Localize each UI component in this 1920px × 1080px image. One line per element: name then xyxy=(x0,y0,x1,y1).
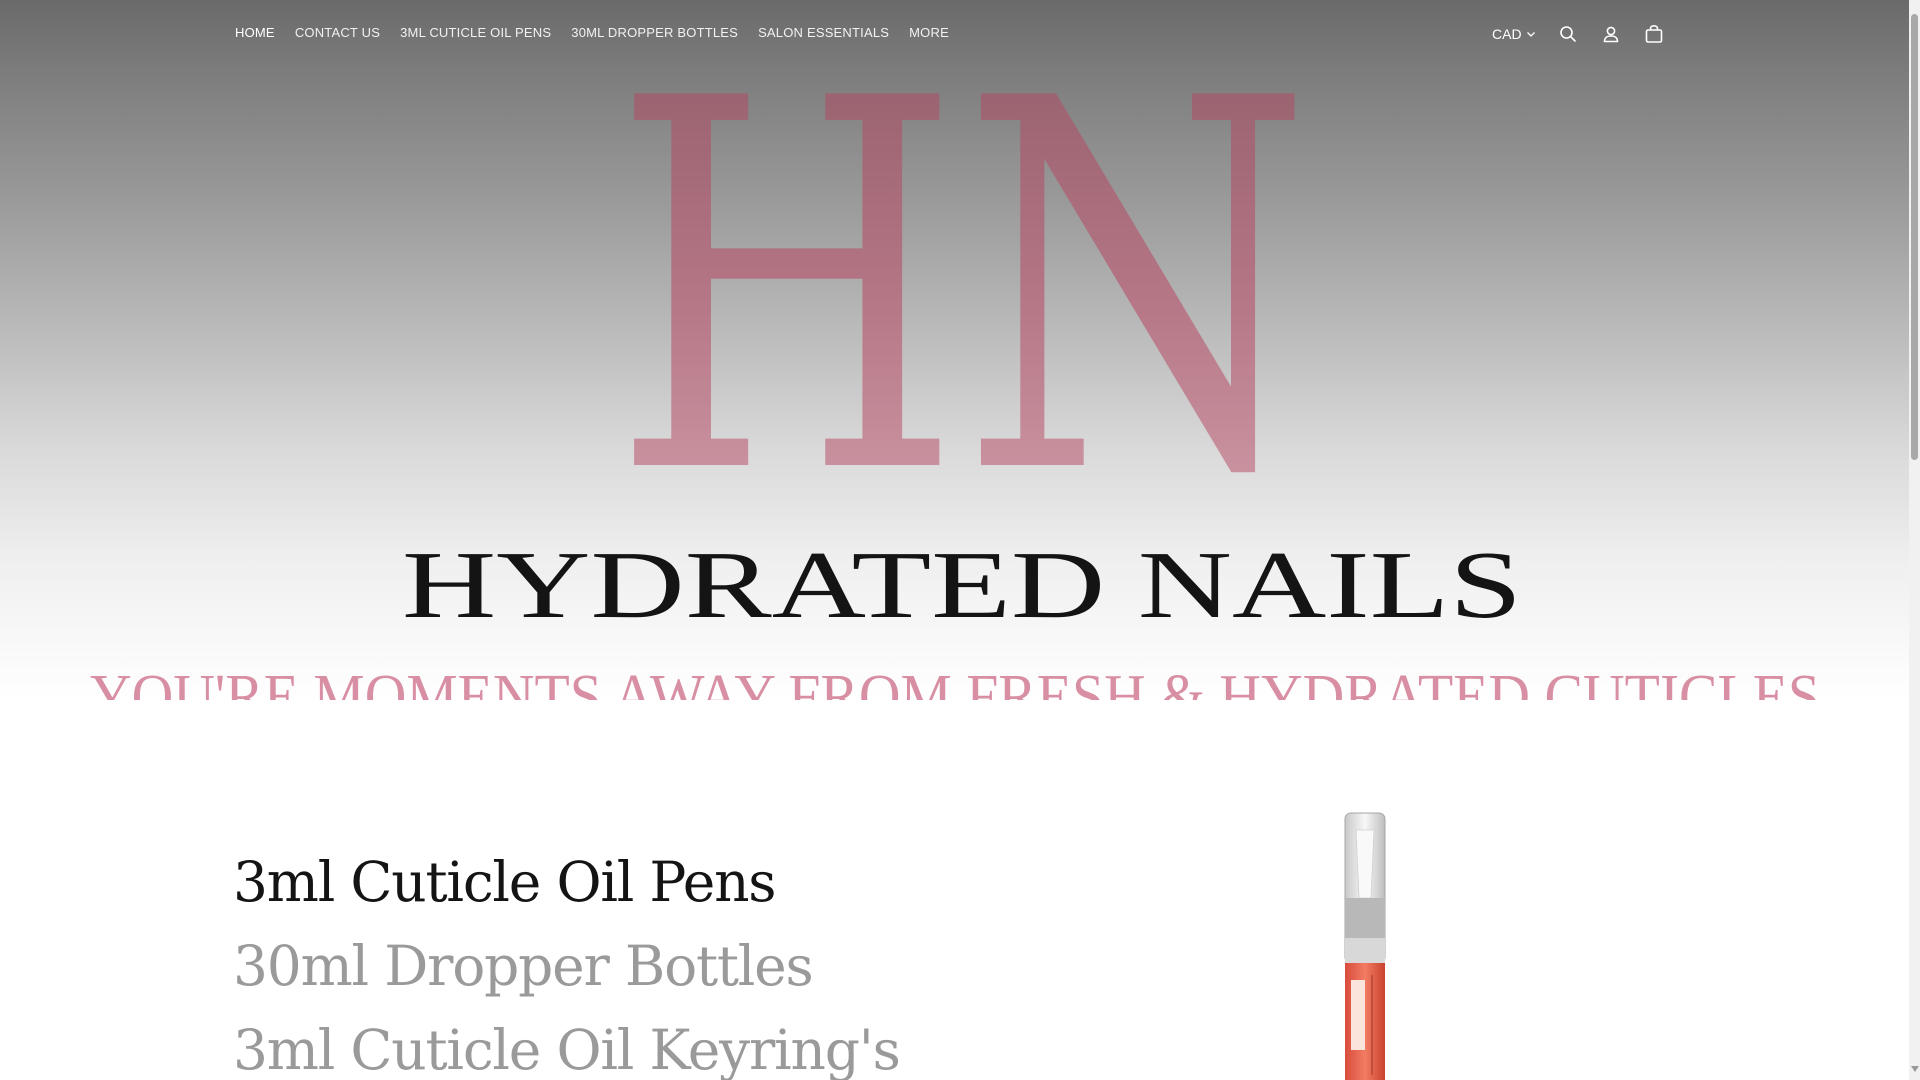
search-button[interactable] xyxy=(1556,22,1580,46)
scroll-down-arrow-icon[interactable] xyxy=(1911,1066,1919,1072)
hero-tagline: YOU'RE MOMENTS AWAY FROM FRESH & HYDRATE… xyxy=(90,663,1820,700)
nav-3ml-cuticle-oil-pens[interactable]: 3ML CUTICLE OIL PENS xyxy=(400,25,551,40)
currency-label: CAD xyxy=(1492,26,1522,42)
header-utilities: CAD xyxy=(1492,20,1685,48)
chevron-down-icon xyxy=(1526,32,1535,37)
collection-list: 3ml Cuticle Oil Pens 30ml Dropper Bottle… xyxy=(233,840,901,1080)
nav-30ml-dropper-bottles[interactable]: 30ML DROPPER BOTTLES xyxy=(571,25,738,40)
nav-contact-us[interactable]: CONTACT US xyxy=(295,25,380,40)
hero-brand-name: HYDRATED NAILS xyxy=(402,531,1522,638)
product-image-cuticle-oil-pen xyxy=(1344,812,1386,1080)
hero-monogram: HN xyxy=(612,0,1312,586)
hero-banner: HN HYDRATED NAILS YOU'RE MOMENTS AWAY FR… xyxy=(0,0,1909,700)
nav-salon-essentials[interactable]: SALON ESSENTIALS xyxy=(758,25,889,40)
collection-3ml-cuticle-oil-keyrings[interactable]: 3ml Cuticle Oil Keyring's xyxy=(233,1008,901,1080)
page: HN HYDRATED NAILS YOU'RE MOMENTS AWAY FR… xyxy=(0,0,1909,1080)
currency-selector[interactable]: CAD xyxy=(1492,26,1536,42)
hero-logo-image: HN HYDRATED NAILS YOU'RE MOMENTS AWAY FR… xyxy=(90,0,1820,700)
scrollbar-thumb[interactable] xyxy=(1911,14,1918,460)
cart-button[interactable] xyxy=(1642,22,1666,46)
nav-home[interactable]: HOME xyxy=(235,25,275,40)
account-button[interactable] xyxy=(1599,22,1623,46)
nav-more[interactable]: MORE xyxy=(909,25,949,40)
page-scrollbar[interactable] xyxy=(1909,0,1920,1080)
collection-30ml-dropper-bottles[interactable]: 30ml Dropper Bottles xyxy=(233,924,900,1008)
search-icon xyxy=(1559,26,1576,42)
cart-icon xyxy=(1645,24,1662,43)
site-header: HOME CONTACT US 3ML CUTICLE OIL PENS 30M… xyxy=(0,0,1909,68)
main-navigation: HOME CONTACT US 3ML CUTICLE OIL PENS 30M… xyxy=(235,25,969,40)
collection-3ml-cuticle-oil-pens[interactable]: 3ml Cuticle Oil Pens xyxy=(233,840,900,924)
account-icon xyxy=(1603,26,1618,43)
